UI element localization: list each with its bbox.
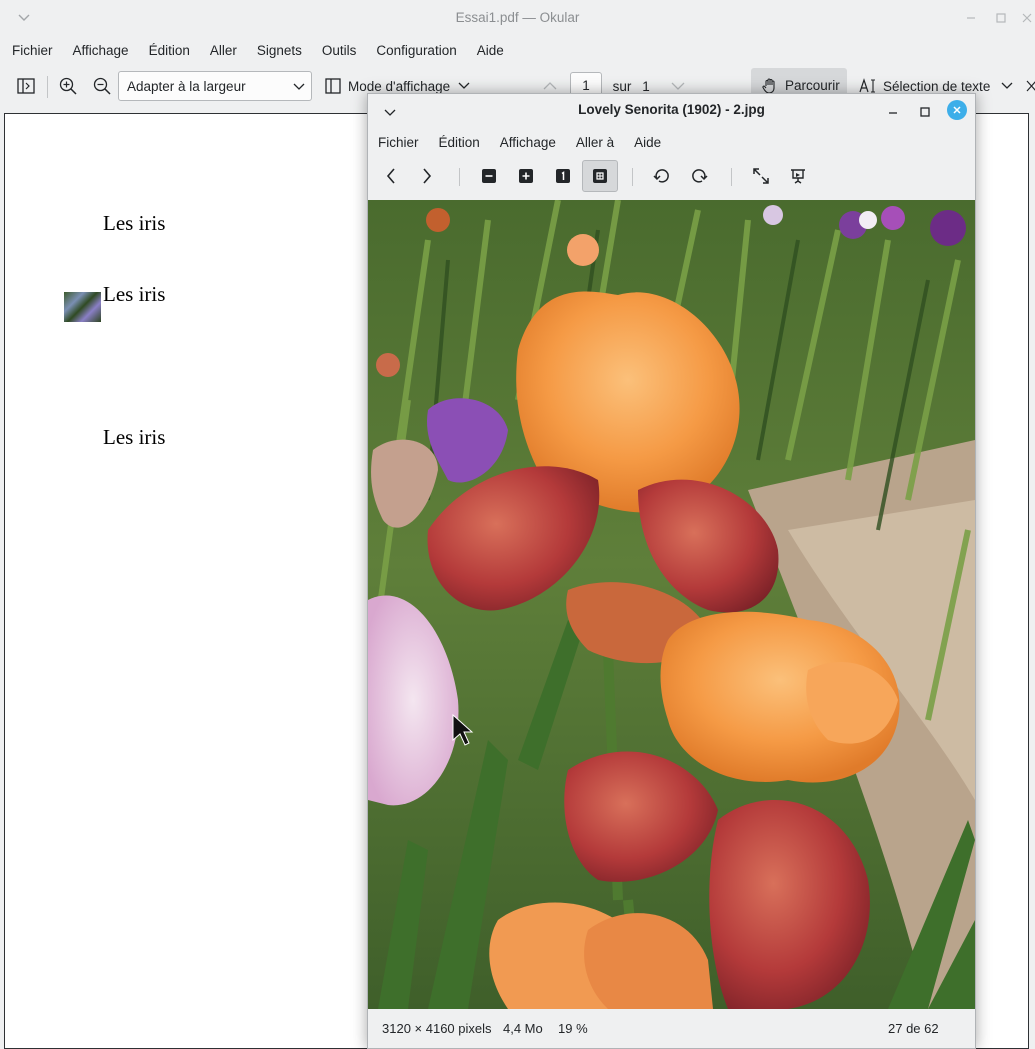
pdf-embedded-image [64, 292, 101, 322]
zoom-select[interactable]: Adapter à la largeur [118, 71, 312, 101]
chevron-down-icon [293, 78, 305, 97]
toolbar-separator [459, 168, 460, 186]
fullscreen-icon[interactable] [747, 162, 775, 190]
pdf-text-line: Les iris [103, 282, 166, 306]
close-icon[interactable] [1012, 0, 1035, 36]
okular-title: Essai1.pdf — Okular [455, 10, 580, 25]
menu-fichier[interactable]: Fichier [368, 135, 429, 150]
maximize-icon[interactable] [920, 104, 930, 122]
menu-aide[interactable]: Aide [467, 43, 514, 58]
toolbar-separator [632, 168, 633, 186]
menu-affichage[interactable]: Affichage [490, 135, 566, 150]
next-image-icon[interactable] [413, 162, 441, 190]
image-position: 27 de 62 [888, 1021, 939, 1036]
menu-configuration[interactable]: Configuration [366, 43, 466, 58]
minimize-icon[interactable] [956, 0, 986, 36]
pdf-text-line: Les iris [103, 425, 166, 449]
slideshow-icon[interactable] [784, 162, 812, 190]
menu-aller[interactable]: Aller [200, 43, 247, 58]
toolbar-separator [47, 76, 48, 98]
menu-affichage[interactable]: Affichage [63, 43, 139, 58]
fit-window-icon[interactable] [582, 160, 618, 192]
iris-photo[interactable] [368, 200, 975, 1009]
okular-menubar: Fichier Affichage Édition Aller Signets … [0, 36, 1035, 64]
pdf-text-line: Les iris [103, 211, 166, 235]
rotate-right-icon[interactable] [685, 162, 713, 190]
menu-aller-a[interactable]: Aller à [566, 135, 624, 150]
view-mode-icon[interactable] [324, 72, 342, 100]
sidebar-toggle-icon[interactable] [12, 72, 40, 100]
viewer-menubar: Fichier Édition Affichage Aller à Aide [368, 128, 975, 156]
viewer-statusbar: 3120 × 4160 pixels 4,4 Mo 19 % 27 de 62 [368, 1009, 975, 1049]
menu-outils[interactable]: Outils [312, 43, 367, 58]
toolbar-separator [731, 168, 732, 186]
menu-aide[interactable]: Aide [624, 135, 671, 150]
actual-size-icon[interactable] [549, 162, 577, 190]
chevron-down-icon[interactable] [999, 72, 1015, 100]
viewer-titlebar[interactable]: Lovely Senorita (1902) - 2.jpg [368, 94, 975, 126]
image-dimensions: 3120 × 4160 pixels [382, 1021, 492, 1036]
menu-fichier[interactable]: Fichier [2, 43, 63, 58]
zoom-level: 19 % [558, 1021, 588, 1036]
image-viewer-window: Lovely Senorita (1902) - 2.jpg Fichier É… [367, 93, 976, 1049]
okular-titlebar[interactable]: Essai1.pdf — Okular [0, 0, 1035, 36]
file-size: 4,4 Mo [503, 1021, 543, 1036]
close-icon[interactable] [947, 100, 967, 120]
close-icon[interactable] [1025, 72, 1035, 100]
zoom-out-icon[interactable] [88, 72, 116, 100]
previous-image-icon[interactable] [377, 162, 405, 190]
viewer-toolbar [368, 158, 975, 198]
menu-edition[interactable]: Édition [429, 135, 490, 150]
menu-edition[interactable]: Édition [139, 43, 200, 58]
viewer-title: Lovely Senorita (1902) - 2.jpg [578, 102, 765, 117]
browse-label: Parcourir [785, 78, 840, 93]
rotate-left-icon[interactable] [648, 162, 676, 190]
zoom-in-icon[interactable] [512, 162, 540, 190]
zoom-in-icon[interactable] [54, 72, 82, 100]
zoom-select-value: Adapter à la largeur [127, 78, 246, 94]
menu-signets[interactable]: Signets [247, 43, 312, 58]
minimize-icon[interactable] [888, 105, 898, 123]
zoom-out-icon[interactable] [475, 162, 503, 190]
